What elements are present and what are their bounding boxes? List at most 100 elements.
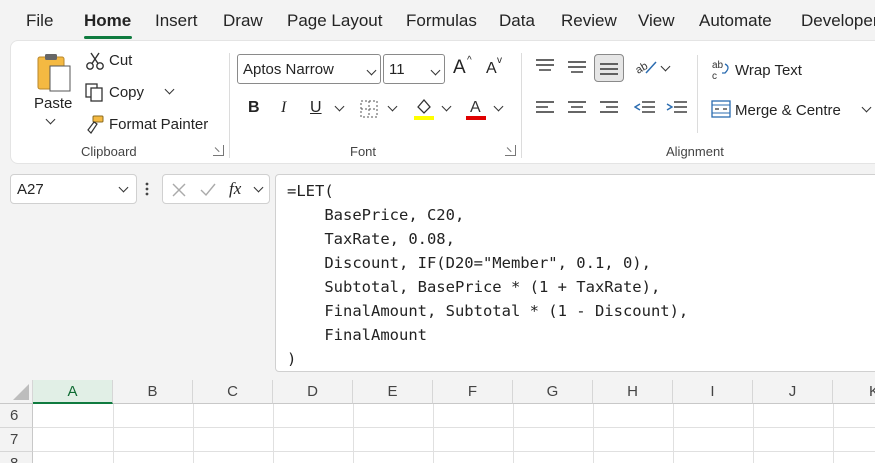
svg-text:c: c: [712, 71, 717, 81]
gridline: [113, 404, 114, 463]
formula-bar-input[interactable]: =LET( BasePrice, C20, TaxRate, 0.08, Dis…: [275, 174, 875, 372]
paste-label[interactable]: Paste: [34, 95, 72, 112]
tab-home[interactable]: Home: [84, 11, 131, 31]
italic-button[interactable]: I: [281, 99, 286, 117]
column-header[interactable]: C: [193, 380, 273, 404]
group-divider: [697, 55, 698, 133]
paste-dropdown-icon[interactable]: [45, 114, 56, 125]
clipboard-group-label: Clipboard: [81, 144, 137, 159]
column-header[interactable]: I: [673, 380, 753, 404]
align-middle-icon[interactable]: [567, 58, 587, 79]
name-box[interactable]: A27: [10, 174, 137, 204]
row-header[interactable]: 7: [0, 428, 33, 452]
align-bottom-icon: [600, 63, 618, 75]
format-painter-icon[interactable]: [84, 114, 106, 141]
select-all-corner[interactable]: [0, 380, 33, 404]
increase-font-size-button[interactable]: A: [453, 57, 466, 79]
chevron-down-icon: [430, 65, 441, 76]
tab-automate[interactable]: Automate: [699, 11, 772, 31]
decrease-indent-icon[interactable]: [633, 100, 656, 121]
column-header[interactable]: H: [593, 380, 673, 404]
font-family-select[interactable]: Aptos Narrow: [237, 54, 381, 84]
format-painter-button[interactable]: Format Painter: [109, 116, 208, 133]
paste-button[interactable]: [35, 53, 75, 98]
font-family-value: Aptos Narrow: [243, 61, 334, 78]
enter-icon[interactable]: [199, 182, 217, 203]
tab-page-layout[interactable]: Page Layout: [287, 11, 382, 31]
chevron-down-icon: [366, 65, 377, 76]
fill-color-icon[interactable]: [413, 97, 435, 126]
underline-button[interactable]: U: [310, 99, 322, 117]
column-header[interactable]: D: [273, 380, 353, 404]
chevron-down-icon[interactable]: [118, 182, 129, 193]
grid-row[interactable]: [33, 452, 875, 463]
row-header[interactable]: 8: [0, 452, 33, 463]
gridline: [593, 404, 594, 463]
bold-button[interactable]: B: [248, 99, 260, 117]
tab-data[interactable]: Data: [499, 11, 535, 31]
tab-review[interactable]: Review: [561, 11, 617, 31]
copy-dropdown-icon[interactable]: [164, 84, 175, 95]
formula-line: Subtotal, BasePrice * (1 + TaxRate),: [287, 278, 661, 296]
align-bottom-button[interactable]: [594, 54, 624, 82]
column-header[interactable]: E: [353, 380, 433, 404]
insert-function-button[interactable]: fx: [229, 179, 241, 199]
align-top-icon[interactable]: [535, 58, 555, 79]
merge-dropdown-icon[interactable]: [861, 102, 872, 113]
tab-draw[interactable]: Draw: [223, 11, 263, 31]
column-header[interactable]: K: [833, 380, 875, 404]
tab-view[interactable]: View: [638, 11, 675, 31]
align-left-icon[interactable]: [535, 100, 555, 121]
align-center-icon[interactable]: [567, 100, 587, 121]
select-all-icon: [13, 384, 29, 400]
copy-button[interactable]: Copy: [109, 84, 144, 101]
increase-indent-icon[interactable]: [666, 100, 688, 121]
gridline: [753, 404, 754, 463]
copy-icon[interactable]: [84, 83, 104, 108]
wrap-text-button[interactable]: Wrap Text: [735, 62, 802, 79]
font-size-value: 11: [389, 61, 405, 78]
cut-icon[interactable]: [85, 51, 105, 76]
active-tab-indicator: [84, 36, 132, 39]
wrap-text-icon[interactable]: ab c: [711, 59, 733, 86]
function-dropdown-icon[interactable]: [253, 182, 264, 193]
underline-dropdown-icon[interactable]: [334, 101, 345, 112]
name-box-value: A27: [17, 181, 44, 198]
column-header[interactable]: B: [113, 380, 193, 404]
formula-line: BasePrice, C20,: [287, 206, 465, 224]
column-header[interactable]: J: [753, 380, 833, 404]
gridline: [513, 404, 514, 463]
column-header[interactable]: G: [513, 380, 593, 404]
font-size-select[interactable]: 11: [383, 54, 445, 84]
decrease-font-size-button[interactable]: A: [486, 60, 497, 78]
borders-dropdown-icon[interactable]: [387, 101, 398, 112]
align-right-icon[interactable]: [599, 100, 619, 121]
tab-developer[interactable]: Developer: [801, 11, 875, 31]
merge-centre-icon[interactable]: [711, 100, 731, 123]
clipboard-launcher-icon[interactable]: [213, 145, 224, 156]
grid-row[interactable]: [33, 404, 875, 428]
formula-line: Discount, IF(D20="Member", 0.1, 0),: [287, 254, 651, 272]
tab-file[interactable]: File: [26, 11, 53, 31]
more-options-icon[interactable]: [145, 181, 149, 197]
gridline: [353, 404, 354, 463]
tab-insert[interactable]: Insert: [155, 11, 198, 31]
borders-icon[interactable]: [360, 100, 378, 123]
cancel-icon[interactable]: [171, 182, 187, 203]
column-header[interactable]: A: [33, 380, 113, 404]
svg-text:ab: ab: [712, 60, 724, 71]
merge-centre-button[interactable]: Merge & Centre: [735, 102, 841, 119]
font-color-dropdown-icon[interactable]: [493, 101, 504, 112]
formula-line: TaxRate, 0.08,: [287, 230, 455, 248]
cut-button[interactable]: Cut: [109, 52, 132, 69]
font-launcher-icon[interactable]: [505, 145, 516, 156]
tab-formulas[interactable]: Formulas: [406, 11, 477, 31]
grid-row[interactable]: [33, 428, 875, 452]
svg-text:A: A: [470, 99, 481, 116]
orientation-dropdown-icon[interactable]: [660, 61, 671, 72]
font-color-icon[interactable]: A: [465, 97, 487, 126]
column-header[interactable]: F: [433, 380, 513, 404]
row-header[interactable]: 6: [0, 404, 33, 428]
orientation-icon[interactable]: ab: [633, 57, 658, 82]
fill-color-dropdown-icon[interactable]: [441, 101, 452, 112]
